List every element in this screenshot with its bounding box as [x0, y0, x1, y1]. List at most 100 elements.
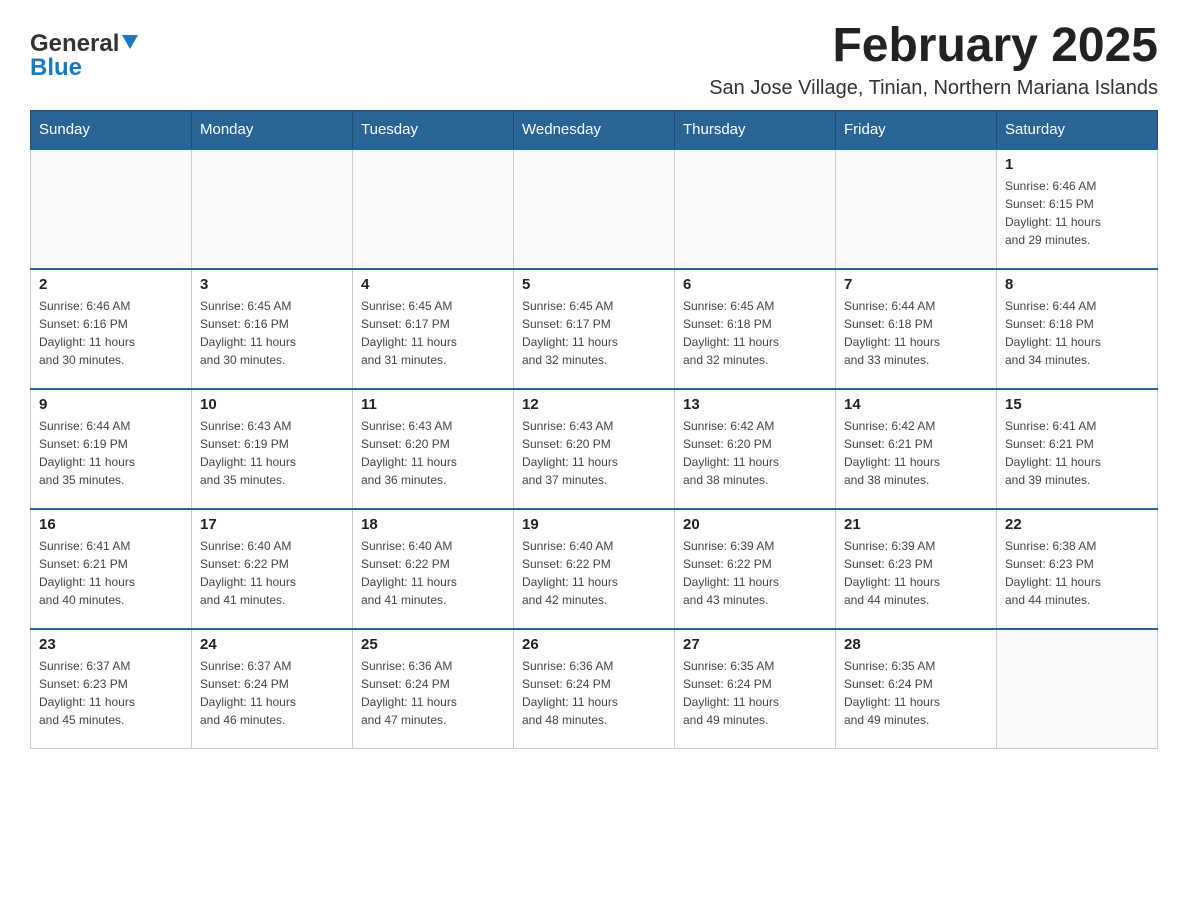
- day-number: 20: [683, 516, 827, 533]
- header-tuesday: Tuesday: [353, 110, 514, 149]
- day-info: Sunrise: 6:42 AM Sunset: 6:21 PM Dayligh…: [844, 417, 988, 489]
- table-cell: 1 Sunrise: 6:46 AM Sunset: 6:15 PM Daylig…: [997, 149, 1158, 269]
- day-number: 4: [361, 276, 505, 293]
- day-info: Sunrise: 6:39 AM Sunset: 6:23 PM Dayligh…: [844, 537, 988, 609]
- location-subtitle: San Jose Village, Tinian, Northern Maria…: [709, 77, 1158, 100]
- day-number: 3: [200, 276, 344, 293]
- title-section: February 2025 San Jose Village, Tinian, …: [709, 20, 1158, 100]
- table-cell: 21 Sunrise: 6:39 AM Sunset: 6:23 PM Dayli…: [836, 509, 997, 629]
- day-info: Sunrise: 6:38 AM Sunset: 6:23 PM Dayligh…: [1005, 537, 1149, 609]
- day-number: 27: [683, 636, 827, 653]
- week-row-5: 23Sunrise: 6:37 AM Sunset: 6:23 PM Dayli…: [31, 629, 1158, 749]
- day-number: 24: [200, 636, 344, 653]
- logo-blue-text: Blue: [30, 54, 82, 82]
- month-year-title: February 2025: [709, 20, 1158, 73]
- day-number: 9: [39, 396, 183, 413]
- table-cell: 10Sunrise: 6:43 AM Sunset: 6:19 PM Dayli…: [192, 389, 353, 509]
- day-number: 22: [1005, 516, 1149, 533]
- week-row-1: 1 Sunrise: 6:46 AM Sunset: 6:15 PM Daylig…: [31, 149, 1158, 269]
- table-cell: [514, 149, 675, 269]
- header-friday: Friday: [836, 110, 997, 149]
- day-number: 14: [844, 396, 988, 413]
- day-info: Sunrise: 6:41 AM Sunset: 6:21 PM Dayligh…: [1005, 417, 1149, 489]
- day-number: 17: [200, 516, 344, 533]
- day-number: 11: [361, 396, 505, 413]
- day-number: 7: [844, 276, 988, 293]
- table-cell: 7 Sunrise: 6:44 AM Sunset: 6:18 PM Daylig…: [836, 269, 997, 389]
- day-number: 2: [39, 276, 183, 293]
- table-cell: 14 Sunrise: 6:42 AM Sunset: 6:21 PM Dayli…: [836, 389, 997, 509]
- calendar-header-row: Sunday Monday Tuesday Wednesday Thursday…: [31, 110, 1158, 149]
- day-number: 23: [39, 636, 183, 653]
- table-cell: 5 Sunrise: 6:45 AM Sunset: 6:17 PM Daylig…: [514, 269, 675, 389]
- table-cell: [836, 149, 997, 269]
- day-info: Sunrise: 6:46 AM Sunset: 6:15 PM Dayligh…: [1005, 177, 1149, 249]
- table-cell: [997, 629, 1158, 749]
- table-cell: 11Sunrise: 6:43 AM Sunset: 6:20 PM Dayli…: [353, 389, 514, 509]
- table-cell: [192, 149, 353, 269]
- table-cell: [353, 149, 514, 269]
- day-number: 19: [522, 516, 666, 533]
- day-info: Sunrise: 6:45 AM Sunset: 6:17 PM Dayligh…: [522, 297, 666, 369]
- day-info: Sunrise: 6:43 AM Sunset: 6:19 PM Dayligh…: [200, 417, 344, 489]
- table-cell: 12Sunrise: 6:43 AM Sunset: 6:20 PM Dayli…: [514, 389, 675, 509]
- week-row-4: 16 Sunrise: 6:41 AM Sunset: 6:21 PM Dayli…: [31, 509, 1158, 629]
- table-cell: 2 Sunrise: 6:46 AM Sunset: 6:16 PM Daylig…: [31, 269, 192, 389]
- table-cell: 18 Sunrise: 6:40 AM Sunset: 6:22 PM Dayli…: [353, 509, 514, 629]
- table-cell: 17 Sunrise: 6:40 AM Sunset: 6:22 PM Dayli…: [192, 509, 353, 629]
- day-info: Sunrise: 6:45 AM Sunset: 6:16 PM Dayligh…: [200, 297, 344, 369]
- day-info: Sunrise: 6:44 AM Sunset: 6:18 PM Dayligh…: [844, 297, 988, 369]
- day-number: 21: [844, 516, 988, 533]
- day-info: Sunrise: 6:44 AM Sunset: 6:19 PM Dayligh…: [39, 417, 183, 489]
- day-info: Sunrise: 6:44 AM Sunset: 6:18 PM Dayligh…: [1005, 297, 1149, 369]
- table-cell: [675, 149, 836, 269]
- day-number: 8: [1005, 276, 1149, 293]
- day-number: 25: [361, 636, 505, 653]
- table-cell: 15Sunrise: 6:41 AM Sunset: 6:21 PM Dayli…: [997, 389, 1158, 509]
- day-info: Sunrise: 6:40 AM Sunset: 6:22 PM Dayligh…: [200, 537, 344, 609]
- header-saturday: Saturday: [997, 110, 1158, 149]
- day-number: 12: [522, 396, 666, 413]
- day-number: 1: [1005, 156, 1149, 173]
- table-cell: 22 Sunrise: 6:38 AM Sunset: 6:23 PM Dayli…: [997, 509, 1158, 629]
- table-cell: 27 Sunrise: 6:35 AM Sunset: 6:24 PM Dayli…: [675, 629, 836, 749]
- header-monday: Monday: [192, 110, 353, 149]
- day-info: Sunrise: 6:40 AM Sunset: 6:22 PM Dayligh…: [361, 537, 505, 609]
- day-info: Sunrise: 6:36 AM Sunset: 6:24 PM Dayligh…: [361, 657, 505, 729]
- table-cell: 19 Sunrise: 6:40 AM Sunset: 6:22 PM Dayli…: [514, 509, 675, 629]
- day-number: 13: [683, 396, 827, 413]
- table-cell: 9 Sunrise: 6:44 AM Sunset: 6:19 PM Daylig…: [31, 389, 192, 509]
- week-row-3: 9 Sunrise: 6:44 AM Sunset: 6:19 PM Daylig…: [31, 389, 1158, 509]
- table-cell: 16 Sunrise: 6:41 AM Sunset: 6:21 PM Dayli…: [31, 509, 192, 629]
- table-cell: 8 Sunrise: 6:44 AM Sunset: 6:18 PM Daylig…: [997, 269, 1158, 389]
- day-info: Sunrise: 6:42 AM Sunset: 6:20 PM Dayligh…: [683, 417, 827, 489]
- logo: General Blue: [30, 30, 138, 82]
- day-number: 5: [522, 276, 666, 293]
- header-thursday: Thursday: [675, 110, 836, 149]
- table-cell: 23Sunrise: 6:37 AM Sunset: 6:23 PM Dayli…: [31, 629, 192, 749]
- day-info: Sunrise: 6:41 AM Sunset: 6:21 PM Dayligh…: [39, 537, 183, 609]
- day-number: 18: [361, 516, 505, 533]
- table-cell: 20 Sunrise: 6:39 AM Sunset: 6:22 PM Dayli…: [675, 509, 836, 629]
- day-number: 26: [522, 636, 666, 653]
- table-cell: 13 Sunrise: 6:42 AM Sunset: 6:20 PM Dayli…: [675, 389, 836, 509]
- week-row-2: 2 Sunrise: 6:46 AM Sunset: 6:16 PM Daylig…: [31, 269, 1158, 389]
- day-info: Sunrise: 6:40 AM Sunset: 6:22 PM Dayligh…: [522, 537, 666, 609]
- day-number: 16: [39, 516, 183, 533]
- header-wednesday: Wednesday: [514, 110, 675, 149]
- day-number: 6: [683, 276, 827, 293]
- day-info: Sunrise: 6:45 AM Sunset: 6:17 PM Dayligh…: [361, 297, 505, 369]
- table-cell: [31, 149, 192, 269]
- table-cell: 25 Sunrise: 6:36 AM Sunset: 6:24 PM Dayli…: [353, 629, 514, 749]
- table-cell: 26Sunrise: 6:36 AM Sunset: 6:24 PM Dayli…: [514, 629, 675, 749]
- table-cell: 6Sunrise: 6:45 AM Sunset: 6:18 PM Daylig…: [675, 269, 836, 389]
- day-info: Sunrise: 6:37 AM Sunset: 6:24 PM Dayligh…: [200, 657, 344, 729]
- table-cell: 4 Sunrise: 6:45 AM Sunset: 6:17 PM Daylig…: [353, 269, 514, 389]
- day-info: Sunrise: 6:46 AM Sunset: 6:16 PM Dayligh…: [39, 297, 183, 369]
- day-info: Sunrise: 6:39 AM Sunset: 6:22 PM Dayligh…: [683, 537, 827, 609]
- day-info: Sunrise: 6:35 AM Sunset: 6:24 PM Dayligh…: [683, 657, 827, 729]
- day-info: Sunrise: 6:35 AM Sunset: 6:24 PM Dayligh…: [844, 657, 988, 729]
- calendar-table: Sunday Monday Tuesday Wednesday Thursday…: [30, 110, 1158, 750]
- day-number: 28: [844, 636, 988, 653]
- table-cell: 28 Sunrise: 6:35 AM Sunset: 6:24 PM Dayli…: [836, 629, 997, 749]
